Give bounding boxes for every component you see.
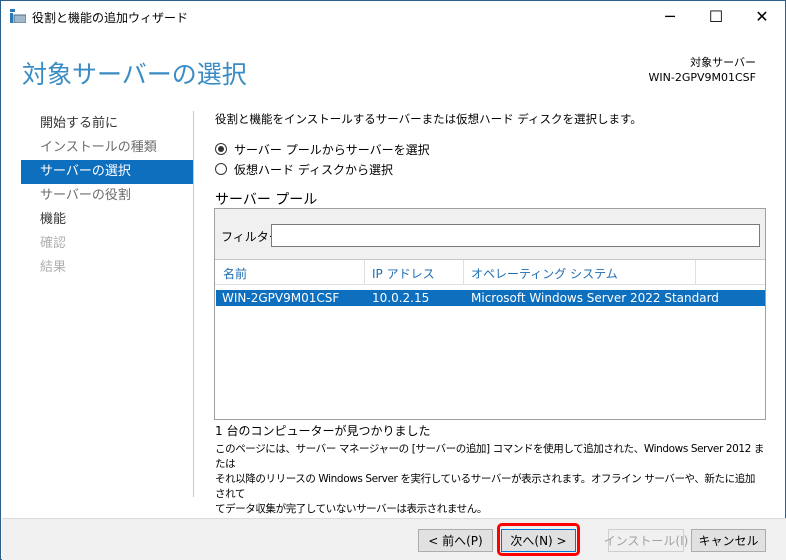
description: 役割と機能をインストールするサーバーまたは仮想ハード ディスクを選択します。 xyxy=(215,112,642,126)
footer: < 前へ(P) 次へ(N) > インストール(I) キャンセル xyxy=(2,518,786,560)
nav-item-installation-type[interactable]: インストールの種類 xyxy=(21,136,193,160)
wizard-nav: 開始する前に インストールの種類 サーバーの選択 サーバーの役割 機能 確認 結… xyxy=(21,112,193,280)
column-divider[interactable] xyxy=(364,260,365,285)
target-server-label: 対象サーバー xyxy=(690,56,756,69)
filter-input[interactable] xyxy=(271,224,760,247)
page-title: 対象サーバーの選択 xyxy=(22,60,247,89)
radio-checked-icon[interactable] xyxy=(215,143,227,155)
column-name[interactable]: 名前 xyxy=(223,265,247,282)
column-header: 名前 IP アドレス オペレーティング システム xyxy=(215,260,765,285)
column-ip[interactable]: IP アドレス xyxy=(372,265,435,282)
radio-label: サーバー プールからサーバーを選択 xyxy=(234,143,430,157)
window-title: 役割と機能の追加ウィザード xyxy=(32,11,189,25)
nav-item-confirmation: 確認 xyxy=(40,236,67,251)
cell-os: Microsoft Windows Server 2022 Standard xyxy=(471,291,719,305)
wizard-window: 役割と機能の追加ウィザード ─ ☐ ✕ 対象サーバーの選択 対象サーバー WIN… xyxy=(0,0,786,560)
radio-vhd[interactable]: 仮想ハード ディスクから選択 xyxy=(215,161,393,178)
nav-item-server-selection[interactable]: サーバーの選択 xyxy=(21,160,193,184)
server-manager-icon xyxy=(10,9,27,24)
target-server-name: WIN-2GPV9M01CSF xyxy=(648,71,756,84)
nav-item-results: 結果 xyxy=(40,260,67,275)
server-pool-title: サーバー プール xyxy=(215,192,318,208)
cell-name: WIN-2GPV9M01CSF xyxy=(222,291,340,305)
info-line: てデータ収集が完了していないサーバーは表示されません。 xyxy=(215,503,487,515)
cancel-button[interactable]: キャンセル xyxy=(691,529,766,552)
nav-item-before-you-begin[interactable]: 開始する前に xyxy=(21,112,193,136)
radio-unchecked-icon[interactable] xyxy=(215,163,227,175)
nav-item-features[interactable]: 機能 xyxy=(21,208,193,232)
server-pool-panel: フィルター: 名前 IP アドレス オペレーティング システム WIN-2GPV… xyxy=(214,208,766,420)
close-button[interactable]: ✕ xyxy=(739,1,785,32)
install-button: インストール(I) xyxy=(604,529,688,552)
radio-server-pool[interactable]: サーバー プールからサーバーを選択 xyxy=(215,141,430,158)
column-divider[interactable] xyxy=(463,260,464,285)
table-row[interactable]: WIN-2GPV9M01CSF 10.0.2.15 Microsoft Wind… xyxy=(216,290,765,306)
info-text: このページには、サーバー マネージャーの [サーバーの追加] コマンドを使用して… xyxy=(215,442,765,517)
previous-button[interactable]: < 前へ(P) xyxy=(418,529,493,552)
column-divider[interactable] xyxy=(695,260,696,285)
minimize-button[interactable]: ─ xyxy=(647,1,693,32)
nav-divider xyxy=(193,111,194,497)
title-bar[interactable]: 役割と機能の追加ウィザード ─ ☐ ✕ xyxy=(1,1,785,32)
filter-bar: フィルター: xyxy=(215,209,765,260)
count-text: 1 台のコンピューターが見つかりました xyxy=(215,424,431,438)
info-line: それ以降のリリースの Windows Server を実行しているサーバーが表示… xyxy=(215,473,755,500)
target-server-info: 対象サーバー WIN-2GPV9M01CSF xyxy=(649,55,756,85)
next-button-highlight xyxy=(497,523,580,556)
maximize-button[interactable]: ☐ xyxy=(693,1,739,32)
column-os[interactable]: オペレーティング システム xyxy=(471,265,618,282)
radio-label: 仮想ハード ディスクから選択 xyxy=(234,163,393,177)
nav-item-server-roles[interactable]: サーバーの役割 xyxy=(21,184,193,208)
info-line: このページには、サーバー マネージャーの [サーバーの追加] コマンドを使用して… xyxy=(215,443,764,470)
cell-ip: 10.0.2.15 xyxy=(372,291,430,305)
